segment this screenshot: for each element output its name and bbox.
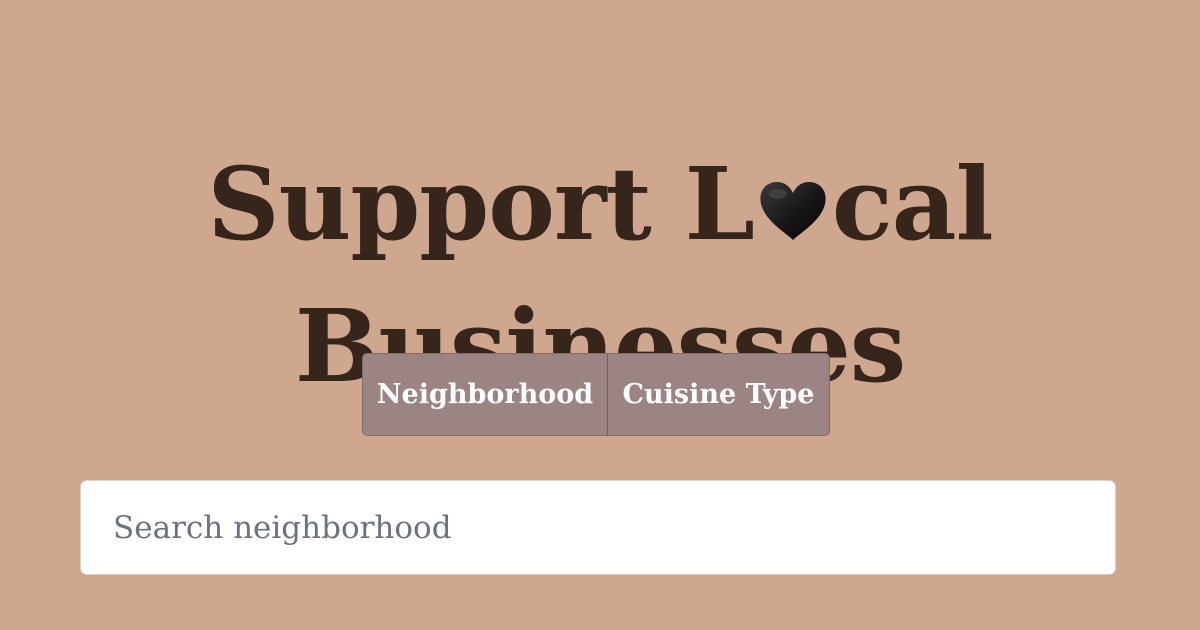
black-heart-icon — [756, 179, 830, 243]
search-input[interactable] — [80, 480, 1116, 575]
cuisine-type-toggle-button[interactable]: Cuisine Type — [608, 354, 829, 435]
neighborhood-toggle-button[interactable]: Neighborhood — [363, 354, 608, 435]
filter-toggle-group: Neighborhood Cuisine Type — [362, 353, 830, 436]
title-line-1: Support L cal — [0, 133, 1200, 275]
title-text-end: cal — [831, 145, 994, 263]
title-text-start: Support L — [207, 145, 754, 263]
